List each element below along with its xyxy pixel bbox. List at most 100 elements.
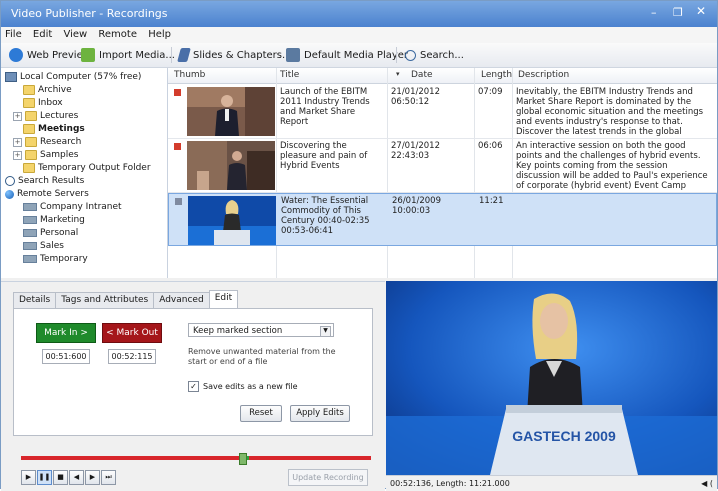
tree-label: Temporary Output Folder xyxy=(38,163,151,173)
mark-in-time-field[interactable]: 00:51:600 xyxy=(42,349,90,364)
table-row[interactable]: Launch of the EBITM 2011 Industry Trends… xyxy=(168,85,717,139)
folder-icon xyxy=(23,98,35,108)
slides-chapters-button[interactable]: Slides & Chapters... xyxy=(177,47,292,63)
flag-icon xyxy=(174,89,181,96)
properties-panel: Details Tags and Attributes Advanced Edi… xyxy=(1,281,385,491)
tree-folder-temporary-output[interactable]: Temporary Output Folder xyxy=(23,162,151,174)
tree-label: Research xyxy=(40,137,82,147)
play-button[interactable]: ▶ xyxy=(21,470,36,485)
menu-file[interactable]: File xyxy=(1,27,26,42)
row-length: 11:21 xyxy=(479,196,504,206)
tree-label: Meetings xyxy=(38,124,85,134)
tree-remote-servers[interactable]: Remote Servers xyxy=(5,188,89,200)
tree-folder-samples[interactable]: + Samples xyxy=(13,149,78,161)
stop-button[interactable]: ■ xyxy=(53,470,68,485)
tab-details[interactable]: Details xyxy=(13,292,57,308)
rewind-button[interactable]: ◀ xyxy=(69,470,84,485)
tree-server-marketing[interactable]: Marketing xyxy=(23,214,85,226)
tree-label: Temporary xyxy=(40,254,88,264)
pause-button[interactable]: ❚❚ xyxy=(37,470,52,485)
expand-icon[interactable]: + xyxy=(13,137,22,147)
tree-server-sales[interactable]: Sales xyxy=(23,240,64,252)
tree-folder-meetings[interactable]: Meetings xyxy=(23,123,85,135)
menu-bar: File Edit View Remote Help xyxy=(1,27,717,43)
column-header-title[interactable]: Title xyxy=(280,70,299,80)
tree-server-temporary[interactable]: Temporary xyxy=(23,253,88,265)
tree-label: Remote Servers xyxy=(17,189,89,199)
timeline-trimmed-end xyxy=(249,456,371,460)
mark-in-button[interactable]: Mark In > xyxy=(36,323,96,343)
expand-icon[interactable]: + xyxy=(13,111,22,121)
globe-icon xyxy=(5,189,14,199)
edit-mode-value: Keep marked section xyxy=(193,326,283,336)
mark-out-button[interactable]: < Mark Out xyxy=(102,323,162,343)
row-date: 27/01/2012 22:43:03 xyxy=(391,141,440,161)
tab-advanced[interactable]: Advanced xyxy=(153,292,210,308)
row-description: An interactive session on both the good … xyxy=(516,141,708,191)
chevron-down-icon: ▼ xyxy=(320,326,331,337)
tree-label: Samples xyxy=(40,150,79,160)
edit-mode-select[interactable]: Keep marked section ▼ xyxy=(188,323,334,337)
minimize-button[interactable]: – xyxy=(651,6,665,20)
save-as-new-label: Save edits as a new file xyxy=(203,382,298,391)
column-header-thumb[interactable]: Thumb xyxy=(174,70,205,80)
reset-button[interactable]: Reset xyxy=(240,405,282,422)
maximize-button[interactable]: ❐ xyxy=(673,6,687,20)
server-icon xyxy=(23,255,37,263)
row-title: Water: The Essential Commodity of This C… xyxy=(281,196,370,236)
save-as-new-checkbox-row[interactable]: ✓ Save edits as a new file xyxy=(188,381,298,392)
video-thumbnail xyxy=(188,196,276,245)
column-header-date[interactable]: Date xyxy=(411,70,433,80)
table-row[interactable]: Discovering the pleasure and pain of Hyb… xyxy=(168,139,717,193)
tab-edit[interactable]: Edit xyxy=(208,290,239,308)
menu-view[interactable]: View xyxy=(59,27,91,42)
tab-tags-attributes[interactable]: Tags and Attributes xyxy=(55,292,155,308)
menu-remote[interactable]: Remote xyxy=(94,27,141,42)
close-button[interactable]: ✕ xyxy=(691,4,711,20)
window-title: Video Publisher - Recordings xyxy=(11,7,168,20)
apply-edits-button[interactable]: Apply Edits xyxy=(290,405,350,422)
tree-folder-archive[interactable]: Archive xyxy=(23,84,72,96)
column-header-length[interactable]: Length xyxy=(481,70,512,80)
tree-server-company-intranet[interactable]: Company Intranet xyxy=(23,201,122,213)
save-as-new-checkbox[interactable]: ✓ xyxy=(188,381,199,392)
web-preview-icon xyxy=(9,48,23,62)
edit-timeline[interactable] xyxy=(21,453,371,465)
end-button[interactable]: ⏭ xyxy=(101,470,116,485)
tree-label: Sales xyxy=(40,241,64,251)
server-icon xyxy=(23,242,37,250)
search-button[interactable]: Search... xyxy=(405,47,464,63)
expand-icon[interactable]: + xyxy=(13,150,22,160)
folder-icon xyxy=(25,111,37,121)
column-header-description[interactable]: Description xyxy=(518,70,569,80)
tree-label: Search Results xyxy=(18,176,85,186)
default-media-player-label: Default Media Player xyxy=(304,49,409,61)
timeline-trimmed-start xyxy=(21,456,241,460)
tree-label: Marketing xyxy=(40,215,85,225)
mark-out-time-field[interactable]: 00:52:115 xyxy=(108,349,156,364)
import-media-button[interactable]: Import Media... xyxy=(81,47,175,63)
folder-tree: Local Computer (57% free) Archive Inbox … xyxy=(1,68,168,278)
server-icon xyxy=(23,229,37,237)
tree-label: Archive xyxy=(38,85,72,95)
tree-folder-lectures[interactable]: + Lectures xyxy=(13,110,78,122)
timeline-playhead[interactable] xyxy=(238,453,247,465)
tree-folder-research[interactable]: + Research xyxy=(13,136,81,148)
tree-folder-inbox[interactable]: Inbox xyxy=(23,97,63,109)
default-media-player-button[interactable]: Default Media Player xyxy=(286,47,408,63)
menu-help[interactable]: Help xyxy=(144,27,175,42)
toolbar-separator xyxy=(396,47,397,63)
edit-mode-description: Remove unwanted material from the start … xyxy=(188,347,336,366)
sort-arrow-icon: ▾ xyxy=(396,70,400,78)
server-icon xyxy=(23,203,37,211)
menu-edit[interactable]: Edit xyxy=(29,27,56,42)
app-window: Video Publisher - Recordings – ❐ ✕ File … xyxy=(0,0,718,491)
tree-server-personal[interactable]: Personal xyxy=(23,227,78,239)
web-preview-button[interactable]: Web Preview xyxy=(9,47,91,63)
tree-local-computer[interactable]: Local Computer (57% free) xyxy=(5,71,141,83)
table-row-selected[interactable]: Water: The Essential Commodity of This C… xyxy=(168,193,717,246)
update-recording-button[interactable]: Update Recording xyxy=(288,469,368,486)
tree-search-results[interactable]: Search Results xyxy=(5,175,84,187)
tree-label: Inbox xyxy=(38,98,63,108)
forward-button[interactable]: ▶ xyxy=(85,470,100,485)
